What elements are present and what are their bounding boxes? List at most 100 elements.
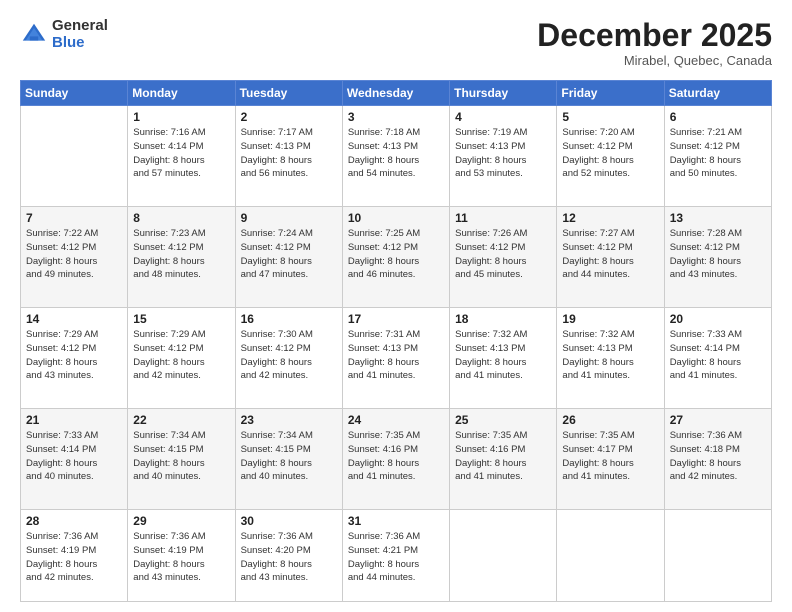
day-info: Sunrise: 7:34 AMSunset: 4:15 PMDaylight:…: [133, 429, 229, 484]
week-row-4: 21Sunrise: 7:33 AMSunset: 4:14 PMDayligh…: [21, 409, 772, 510]
day-header-sunday: Sunday: [21, 81, 128, 106]
day-cell: 8 Sunrise: 7:23 AMSunset: 4:12 PMDaylight…: [128, 207, 235, 308]
day-cell: 23 Sunrise: 7:34 AMSunset: 4:15 PMDayligh…: [235, 409, 342, 510]
day-info: Sunrise: 7:36 AMSunset: 4:20 PMDaylight:…: [241, 530, 337, 585]
day-info: Sunrise: 7:25 AMSunset: 4:12 PMDaylight:…: [348, 227, 444, 282]
day-number: 8: [133, 211, 229, 225]
day-info: Sunrise: 7:32 AMSunset: 4:13 PMDaylight:…: [455, 328, 551, 383]
day-number: 9: [241, 211, 337, 225]
day-number: 7: [26, 211, 122, 225]
day-info: Sunrise: 7:23 AMSunset: 4:12 PMDaylight:…: [133, 227, 229, 282]
day-cell: 7 Sunrise: 7:22 AMSunset: 4:12 PMDaylight…: [21, 207, 128, 308]
day-number: 11: [455, 211, 551, 225]
day-number: 29: [133, 514, 229, 528]
calendar-table: SundayMondayTuesdayWednesdayThursdayFrid…: [20, 80, 772, 602]
day-cell: 1Sunrise: 7:16 AMSunset: 4:14 PMDaylight…: [128, 106, 235, 207]
header: General Blue December 2025 Mirabel, Queb…: [20, 18, 772, 68]
day-number: 10: [348, 211, 444, 225]
title-block: December 2025 Mirabel, Quebec, Canada: [537, 18, 772, 68]
day-cell: 26Sunrise: 7:35 AMSunset: 4:17 PMDayligh…: [557, 409, 664, 510]
location: Mirabel, Quebec, Canada: [537, 53, 772, 68]
day-cell: 3 Sunrise: 7:18 AMSunset: 4:13 PMDaylight…: [342, 106, 449, 207]
day-info: Sunrise: 7:34 AMSunset: 4:15 PMDaylight:…: [241, 429, 337, 484]
day-number: 12: [562, 211, 658, 225]
day-info: Sunrise: 7:21 AMSunset: 4:12 PMDaylight:…: [670, 126, 766, 181]
day-cell: 4Sunrise: 7:19 AMSunset: 4:13 PMDaylight…: [450, 106, 557, 207]
day-cell: 25Sunrise: 7:35 AMSunset: 4:16 PMDayligh…: [450, 409, 557, 510]
day-number: 18: [455, 312, 551, 326]
day-info: Sunrise: 7:32 AMSunset: 4:13 PMDaylight:…: [562, 328, 658, 383]
day-number: 6: [670, 110, 766, 124]
day-info: Sunrise: 7:29 AMSunset: 4:12 PMDaylight:…: [26, 328, 122, 383]
day-info: Sunrise: 7:17 AMSunset: 4:13 PMDaylight:…: [241, 126, 337, 181]
month-title: December 2025: [537, 18, 772, 53]
day-number: 24: [348, 413, 444, 427]
day-cell: 13 Sunrise: 7:28 AMSunset: 4:12 PMDayligh…: [664, 207, 771, 308]
logo-text: General Blue: [52, 18, 108, 51]
day-info: Sunrise: 7:35 AMSunset: 4:16 PMDaylight:…: [348, 429, 444, 484]
week-row-1: 1Sunrise: 7:16 AMSunset: 4:14 PMDaylight…: [21, 106, 772, 207]
day-number: 26: [562, 413, 658, 427]
day-info: Sunrise: 7:36 AMSunset: 4:18 PMDaylight:…: [670, 429, 766, 484]
day-cell: [664, 510, 771, 602]
day-info: Sunrise: 7:33 AMSunset: 4:14 PMDaylight:…: [670, 328, 766, 383]
day-number: 3: [348, 110, 444, 124]
day-number: 17: [348, 312, 444, 326]
day-number: 1: [133, 110, 229, 124]
day-info: Sunrise: 7:26 AMSunset: 4:12 PMDaylight:…: [455, 227, 551, 282]
day-header-wednesday: Wednesday: [342, 81, 449, 106]
day-info: Sunrise: 7:22 AMSunset: 4:12 PMDaylight:…: [26, 227, 122, 282]
logo-general-text: General: [52, 18, 108, 35]
logo: General Blue: [20, 18, 108, 51]
day-number: 23: [241, 413, 337, 427]
day-header-friday: Friday: [557, 81, 664, 106]
day-header-monday: Monday: [128, 81, 235, 106]
days-row: SundayMondayTuesdayWednesdayThursdayFrid…: [21, 81, 772, 106]
day-number: 25: [455, 413, 551, 427]
day-number: 31: [348, 514, 444, 528]
day-cell: 9 Sunrise: 7:24 AMSunset: 4:12 PMDaylight…: [235, 207, 342, 308]
day-cell: 27 Sunrise: 7:36 AMSunset: 4:18 PMDayligh…: [664, 409, 771, 510]
day-cell: 21Sunrise: 7:33 AMSunset: 4:14 PMDayligh…: [21, 409, 128, 510]
day-cell: 19Sunrise: 7:32 AMSunset: 4:13 PMDayligh…: [557, 308, 664, 409]
day-number: 5: [562, 110, 658, 124]
day-header-tuesday: Tuesday: [235, 81, 342, 106]
day-info: Sunrise: 7:31 AMSunset: 4:13 PMDaylight:…: [348, 328, 444, 383]
day-number: 22: [133, 413, 229, 427]
day-cell: [557, 510, 664, 602]
day-cell: 17 Sunrise: 7:31 AMSunset: 4:13 PMDayligh…: [342, 308, 449, 409]
page: General Blue December 2025 Mirabel, Queb…: [0, 0, 792, 612]
day-cell: 15Sunrise: 7:29 AMSunset: 4:12 PMDayligh…: [128, 308, 235, 409]
day-number: 28: [26, 514, 122, 528]
day-info: Sunrise: 7:27 AMSunset: 4:12 PMDaylight:…: [562, 227, 658, 282]
day-cell: 28 Sunrise: 7:36 AMSunset: 4:19 PMDayligh…: [21, 510, 128, 602]
day-info: Sunrise: 7:29 AMSunset: 4:12 PMDaylight:…: [133, 328, 229, 383]
day-number: 27: [670, 413, 766, 427]
day-number: 16: [241, 312, 337, 326]
day-cell: 18 Sunrise: 7:32 AMSunset: 4:13 PMDayligh…: [450, 308, 557, 409]
day-cell: 22 Sunrise: 7:34 AMSunset: 4:15 PMDayligh…: [128, 409, 235, 510]
day-info: Sunrise: 7:28 AMSunset: 4:12 PMDaylight:…: [670, 227, 766, 282]
week-row-3: 14Sunrise: 7:29 AMSunset: 4:12 PMDayligh…: [21, 308, 772, 409]
day-info: Sunrise: 7:36 AMSunset: 4:21 PMDaylight:…: [348, 530, 444, 585]
day-cell: 5Sunrise: 7:20 AMSunset: 4:12 PMDaylight…: [557, 106, 664, 207]
day-cell: 20 Sunrise: 7:33 AMSunset: 4:14 PMDayligh…: [664, 308, 771, 409]
day-cell: 6 Sunrise: 7:21 AMSunset: 4:12 PMDaylight…: [664, 106, 771, 207]
day-cell: 14Sunrise: 7:29 AMSunset: 4:12 PMDayligh…: [21, 308, 128, 409]
day-info: Sunrise: 7:18 AMSunset: 4:13 PMDaylight:…: [348, 126, 444, 181]
day-cell: 12 Sunrise: 7:27 AMSunset: 4:12 PMDayligh…: [557, 207, 664, 308]
day-cell: 10 Sunrise: 7:25 AMSunset: 4:12 PMDayligh…: [342, 207, 449, 308]
day-number: 4: [455, 110, 551, 124]
day-number: 20: [670, 312, 766, 326]
day-cell: 11 Sunrise: 7:26 AMSunset: 4:12 PMDayligh…: [450, 207, 557, 308]
day-info: Sunrise: 7:33 AMSunset: 4:14 PMDaylight:…: [26, 429, 122, 484]
calendar-body: 1Sunrise: 7:16 AMSunset: 4:14 PMDaylight…: [21, 106, 772, 602]
day-number: 13: [670, 211, 766, 225]
day-info: Sunrise: 7:36 AMSunset: 4:19 PMDaylight:…: [26, 530, 122, 585]
day-cell: 31 Sunrise: 7:36 AMSunset: 4:21 PMDayligh…: [342, 510, 449, 602]
day-cell: [21, 106, 128, 207]
day-cell: [450, 510, 557, 602]
logo-icon: [20, 21, 48, 49]
calendar-header: SundayMondayTuesdayWednesdayThursdayFrid…: [21, 81, 772, 106]
day-info: Sunrise: 7:24 AMSunset: 4:12 PMDaylight:…: [241, 227, 337, 282]
